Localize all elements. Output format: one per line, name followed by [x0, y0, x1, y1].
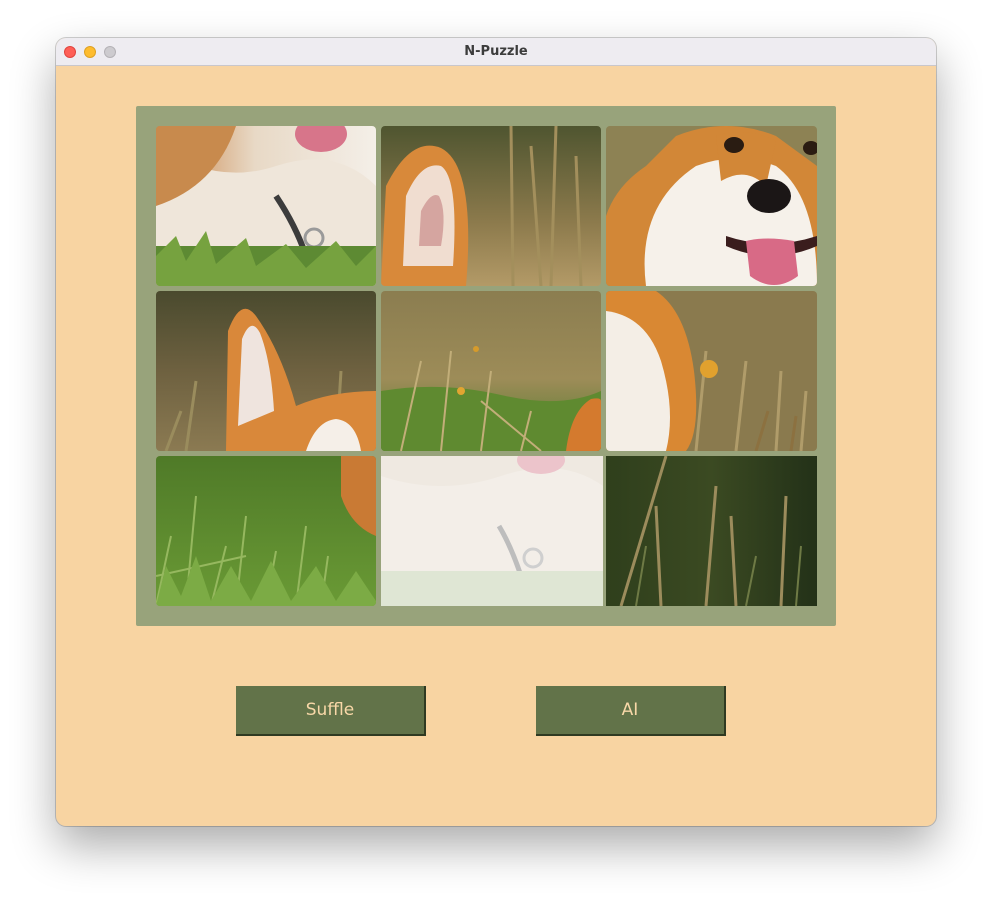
puzzle-tile-3[interactable]: [606, 126, 817, 286]
puzzle-tile-7[interactable]: [156, 456, 376, 606]
puzzle-tile-4[interactable]: [156, 291, 376, 451]
title-bar: N-Puzzle: [56, 38, 936, 66]
app-window: N-Puzzle Suffle AI: [56, 38, 936, 826]
puzzle-tile-blank[interactable]: [381, 456, 603, 606]
puzzle-tile-1[interactable]: [156, 126, 376, 286]
puzzle-grid: [156, 126, 817, 606]
ai-solve-button[interactable]: AI: [536, 686, 726, 736]
puzzle-tile-2[interactable]: [381, 126, 601, 286]
puzzle-tile-5[interactable]: [381, 291, 601, 451]
window-title: N-Puzzle: [464, 44, 528, 59]
shuffle-button[interactable]: Suffle: [236, 686, 426, 736]
puzzle-board: [136, 106, 836, 626]
puzzle-tile-9[interactable]: [606, 456, 817, 606]
puzzle-tile-6[interactable]: [606, 291, 817, 451]
